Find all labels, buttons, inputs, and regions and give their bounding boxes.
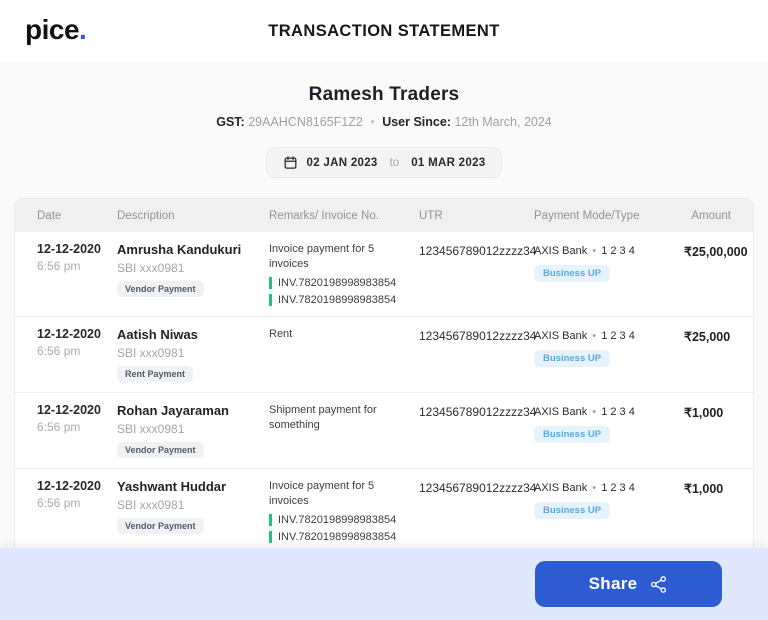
remark-text: Shipment payment for something	[269, 403, 377, 431]
bank-digits: 1 2 3 4	[601, 405, 635, 418]
invoice-number: INV.7820198998983854	[269, 513, 409, 526]
bank-separator: •	[592, 245, 597, 257]
page-title: TRANSACTION STATEMENT	[268, 21, 500, 40]
user-since-value: 12th March, 2024	[454, 115, 552, 129]
bank-separator: •	[592, 481, 597, 494]
txn-date: 12-12-2020	[37, 478, 101, 493]
txn-amount: ₹1,000	[684, 481, 724, 496]
col-header-date: Date	[37, 209, 62, 222]
txn-amount: ₹1,000	[684, 405, 724, 420]
share-button[interactable]: Share	[535, 561, 722, 607]
bank-name: AXIS Bank	[534, 329, 588, 342]
col-header-remarks: Remarks/ Invoice No.	[269, 209, 379, 222]
col-header-utr: UTR	[419, 209, 443, 222]
payment-category-badge: Vendor Payment	[117, 517, 204, 534]
txn-time: 6:56 pm	[37, 343, 81, 358]
utr-value: 123456789012zzzz34	[419, 328, 537, 343]
txn-time: 6:56 pm	[37, 259, 81, 273]
logo-text: pice	[25, 14, 80, 45]
table-row: 12-12-2020 6:56 pm Amrusha Kandukuri SBI…	[15, 232, 753, 317]
payee-account: SBI xxx0981	[117, 421, 185, 436]
pice-logo: pice.	[25, 14, 87, 46]
payment-mode-badge: Business UP	[534, 425, 611, 443]
payment-category-badge: Rent Payment	[117, 365, 194, 382]
user-since-label: User Since:	[382, 115, 451, 129]
logo-dot: .	[79, 14, 87, 45]
share-icon	[649, 575, 668, 594]
payee-account: SBI xxx0981	[117, 345, 185, 360]
gst-label: GST:	[216, 115, 245, 129]
col-header-description: Description	[117, 209, 175, 222]
payee-name: Rohan Jayaraman	[117, 402, 229, 418]
share-button-label: Share	[588, 574, 638, 593]
payee-account: SBI xxx0981	[117, 261, 185, 275]
invoice-number: INV.7820198998983854	[269, 530, 409, 543]
footer-bar: Share	[0, 548, 768, 620]
txn-amount: ₹25,000	[684, 329, 731, 344]
txn-amount: ₹25,00,000	[684, 245, 748, 259]
txn-date: 12-12-2020	[37, 326, 101, 341]
utr-value: 123456789012zzzz34	[419, 404, 537, 419]
payment-mode-badge: Business UP	[534, 501, 611, 519]
bank-digits: 1 2 3 4	[601, 245, 635, 257]
payment-category-badge: Vendor Payment	[117, 281, 204, 297]
payee-name: Aatish Niwas	[117, 326, 198, 342]
table-row: 12-12-2020 6:56 pm Aatish Niwas SBI xxx0…	[15, 317, 753, 393]
payee-account: SBI xxx0981	[117, 497, 185, 512]
remark-text: Rent	[269, 327, 293, 340]
col-header-payment: Payment Mode/Type	[534, 209, 640, 222]
payee-name: Amrusha Kandukuri	[117, 242, 242, 257]
merchant-meta: GST: 29AAHCN8165F1Z2 • User Since: 12th …	[0, 115, 768, 129]
calendar-icon	[283, 155, 298, 170]
merchant-header: Ramesh Traders GST: 29AAHCN8165F1Z2 • Us…	[0, 84, 768, 129]
txn-date: 12-12-2020	[37, 402, 101, 417]
bank-separator: •	[592, 329, 597, 342]
txn-time: 6:56 pm	[37, 495, 81, 510]
remark-text: Invoice payment for 5 invoices	[269, 479, 375, 507]
payee-name: Yashwant Huddar	[117, 478, 227, 494]
invoice-number: INV.7820198998983854	[269, 276, 409, 289]
date-to-label: to	[389, 156, 400, 169]
payment-category-badge: Vendor Payment	[117, 441, 204, 458]
invoice-number: INV.7820198998983854	[269, 293, 409, 306]
top-bar: pice. TRANSACTION STATEMENT	[0, 0, 768, 62]
payment-mode-badge: Business UP	[534, 265, 611, 282]
payment-mode-badge: Business UP	[534, 349, 611, 367]
merchant-name: Ramesh Traders	[308, 84, 460, 105]
utr-value: 123456789012zzzz34	[419, 480, 537, 495]
bank-digits: 1 2 3 4	[601, 481, 635, 494]
txn-date: 12-12-2020	[37, 242, 101, 256]
table-header-row: Date Description Remarks/ Invoice No. UT…	[15, 199, 753, 232]
table-row: 12-12-2020 6:56 pm Rohan Jayaraman SBI x…	[15, 393, 753, 469]
date-range-chip[interactable]: 02 JAN 2023 to 01 MAR 2023	[265, 147, 503, 178]
txn-time: 6:56 pm	[37, 419, 81, 434]
bank-name: AXIS Bank	[534, 481, 588, 494]
bank-name: AXIS Bank	[534, 405, 588, 418]
bank-digits: 1 2 3 4	[601, 329, 635, 342]
meta-separator: •	[370, 115, 375, 129]
bank-name: AXIS Bank	[534, 245, 588, 257]
utr-value: 123456789012zzzz34	[419, 244, 537, 258]
date-from: 02 JAN 2023	[306, 156, 378, 169]
date-to: 01 MAR 2023	[411, 156, 486, 169]
bank-separator: •	[592, 405, 597, 418]
gst-value: 29AAHCN8165F1Z2	[248, 115, 363, 129]
remark-text: Invoice payment for 5 invoices	[269, 243, 375, 270]
col-header-amount: Amount	[691, 209, 731, 222]
